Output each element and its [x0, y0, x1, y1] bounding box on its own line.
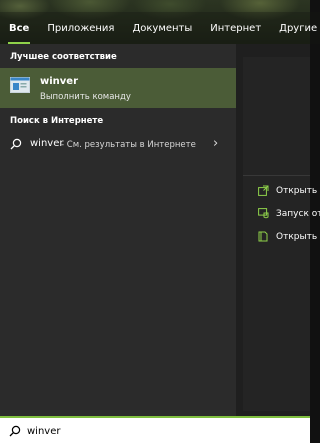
action-run-as-admin-label: Запуск от: [276, 208, 320, 219]
search-icon: [10, 138, 22, 150]
best-match-subtitle: Выполнить команду: [40, 92, 131, 102]
tab-more-label: Другие: [279, 22, 318, 34]
search-input[interactable]: [27, 422, 297, 440]
tab-web-label: Интернет: [210, 22, 262, 34]
action-open-label: Открыть: [276, 185, 318, 196]
tab-all-label: Все: [9, 22, 30, 34]
tab-more[interactable]: Другие▼: [270, 12, 320, 44]
best-match-title: winver: [40, 76, 79, 87]
run-as-admin-icon: [258, 208, 269, 219]
web-search-description: - См. результаты в Интернете: [61, 139, 196, 150]
chevron-right-icon[interactable]: ›: [213, 136, 218, 151]
app-window-icon: [10, 77, 30, 93]
tab-all[interactable]: Все: [0, 12, 39, 44]
preview-panel: [236, 44, 310, 416]
best-match-header: Лучшее соответствие: [10, 52, 117, 62]
action-open-file-location[interactable]: Открыть: [258, 231, 317, 242]
tab-web[interactable]: Интернет: [201, 12, 271, 44]
open-icon: [258, 185, 269, 196]
tab-documents[interactable]: Документы: [123, 12, 202, 44]
web-search-header: Поиск в Интернете: [10, 116, 104, 126]
action-open-file-location-label: Открыть: [276, 231, 318, 242]
best-match-result[interactable]: winver Выполнить команду: [0, 68, 236, 108]
search-box: [0, 416, 310, 443]
action-run-as-admin[interactable]: Запуск от: [258, 208, 320, 219]
action-open[interactable]: Открыть: [258, 185, 317, 196]
open-file-location-icon: [258, 231, 268, 242]
divider: [243, 175, 310, 176]
search-icon: [9, 425, 21, 437]
web-search-query: winver: [30, 138, 64, 149]
tab-documents-label: Документы: [132, 22, 193, 34]
web-search-result[interactable]: winver - См. результаты в Интернете ›: [0, 132, 236, 156]
filter-tabs: Все Приложения Документы Интернет Другие…: [0, 12, 320, 44]
tab-apps[interactable]: Приложения: [38, 12, 124, 44]
tab-apps-label: Приложения: [47, 22, 115, 34]
